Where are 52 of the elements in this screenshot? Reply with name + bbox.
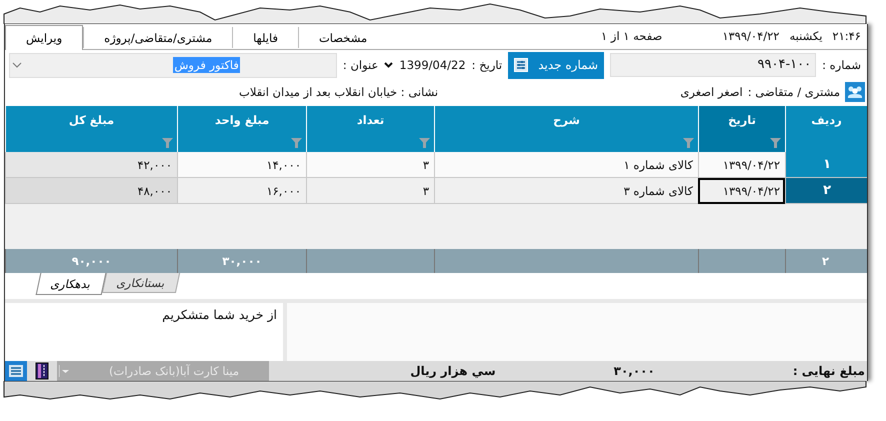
table-cell: ۳ <box>306 178 434 204</box>
column-header[interactable]: مبلغ کل <box>5 106 177 152</box>
customer-name: اصغر اصغری <box>680 85 743 99</box>
column-header[interactable]: تعداد <box>306 106 434 152</box>
date-picker[interactable]: 1399/04/22 <box>384 58 466 72</box>
columns-icon[interactable] <box>35 362 49 380</box>
column-header[interactable]: تاریخ <box>698 106 785 152</box>
number-field[interactable]: ۹۹۰۴-۱۰۰ <box>610 53 816 77</box>
clock-time: ۲۱:۴۶ <box>832 29 861 45</box>
filter-icon[interactable] <box>419 138 430 148</box>
total-in-words: سي هزار ريال <box>410 364 496 378</box>
chevron-down-icon <box>384 62 394 68</box>
table-cell: ۱۴,۰۰۰ <box>177 152 306 178</box>
filter-icon[interactable] <box>770 138 781 148</box>
table-cell: ۴۲,۰۰۰ <box>5 152 177 178</box>
table-cell: کالای شماره ۳ <box>434 178 698 204</box>
settings-icon[interactable] <box>5 361 27 381</box>
new-number-button[interactable]: شماره جدید <box>508 52 604 78</box>
table-cell: ۱۶,۰۰۰ <box>177 178 306 204</box>
filter-icon[interactable] <box>162 138 173 148</box>
column-header[interactable]: ردیف <box>785 106 867 152</box>
table-cell: ۳ <box>306 152 434 178</box>
table-cell: کالای شماره ۱ <box>434 152 698 178</box>
table-cell: ۱۳۹۹/۰۴/۲۲ <box>698 178 785 204</box>
total-amount: ۳۰,۰۰۰ <box>614 364 655 378</box>
tab[interactable]: بدهکاری <box>36 273 106 295</box>
table-cell: ۴۸,۰۰۰ <box>5 178 177 204</box>
filter-icon[interactable] <box>683 138 694 148</box>
people-icon <box>845 82 865 102</box>
title-label: عنوان : <box>342 58 378 72</box>
summary-cell: ۲ <box>785 249 867 273</box>
date-text: ۱۳۹۹/۰۴/۲۲ <box>722 29 780 45</box>
table-cell: ۲ <box>785 178 867 204</box>
filter-icon[interactable] <box>291 138 302 148</box>
number-label: شماره : <box>822 58 861 72</box>
column-header[interactable]: شرح <box>434 106 698 152</box>
date-label: تاریخ : <box>472 58 502 72</box>
customer-label: مشتری / متقاضی : <box>748 85 840 99</box>
table-cell: ۱ <box>785 152 867 178</box>
notes-panel[interactable] <box>287 303 867 361</box>
dropdown-icon <box>59 363 71 379</box>
tab[interactable]: ویرایش <box>5 25 84 50</box>
address-text: نشانی : خیابان انقلاب بعد از میدان انقلاب <box>239 85 438 99</box>
chevron-down-icon <box>12 62 22 68</box>
column-header[interactable]: مبلغ واحد <box>177 106 306 152</box>
weekday-text: یکشنبه <box>789 29 822 45</box>
settings-icon <box>514 58 528 72</box>
note-text[interactable]: از خرید شما متشکریم <box>5 303 283 361</box>
total-label: مبلغ نهایی : <box>792 364 865 378</box>
tab[interactable]: بستانکاری <box>102 273 180 293</box>
page-counter: صفحه ۱ از ۱ <box>601 29 662 45</box>
table-cell: ۱۳۹۹/۰۴/۲۲ <box>698 152 785 178</box>
